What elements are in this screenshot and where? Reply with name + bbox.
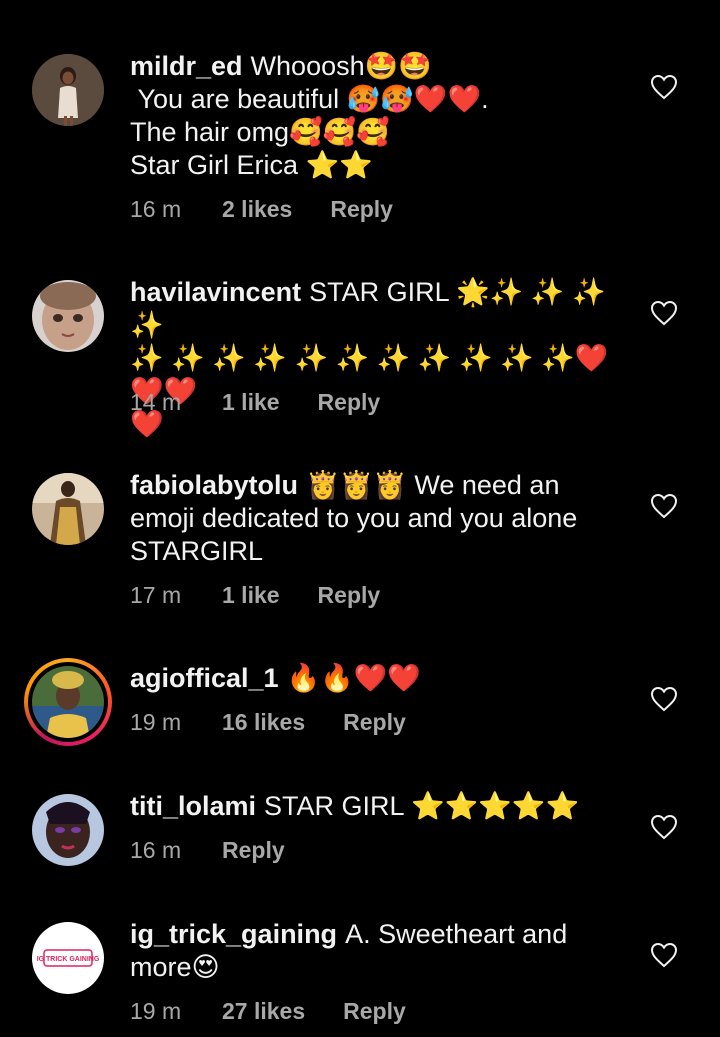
avatar[interactable] (28, 662, 108, 742)
username[interactable]: titi_lolami (130, 791, 256, 821)
likes-count[interactable]: 1 like (222, 580, 280, 610)
timestamp: 19 m (130, 709, 182, 735)
like-heart-icon[interactable] (650, 814, 678, 840)
comment-meta: 19 m 27 likes Reply (130, 996, 406, 1026)
reply-button[interactable]: Reply (318, 387, 381, 417)
comment-text: mildr_ed Whooosh🤩🤩 You are beautiful 🥵🥵❤️… (130, 50, 630, 182)
comment-text: fabiolabytolu 👸👸👸 We need an emoji dedica… (130, 469, 630, 568)
username[interactable]: havilavincent (130, 277, 301, 307)
comment-meta: 14 m 1 like Reply (130, 387, 380, 417)
comment-body: STAR GIRL ⭐⭐⭐⭐⭐ (264, 791, 580, 821)
avatar[interactable] (32, 54, 104, 126)
timestamp: 14 m (130, 389, 182, 415)
reply-button[interactable]: Reply (343, 707, 406, 737)
comment-body: 🔥🔥❤️❤️ (286, 663, 422, 693)
username[interactable]: ig_trick_gaining (130, 919, 337, 949)
reply-button[interactable]: Reply (222, 835, 285, 865)
like-heart-icon[interactable] (650, 300, 678, 326)
like-heart-icon[interactable] (650, 942, 678, 968)
comment-meta: 17 m 1 like Reply (130, 580, 380, 610)
like-heart-icon[interactable] (650, 74, 678, 100)
likes-count[interactable]: 27 likes (222, 996, 305, 1026)
reply-button[interactable]: Reply (330, 194, 393, 224)
avatar-story-ring[interactable] (24, 658, 112, 746)
comment-meta: 19 m 16 likes Reply (130, 707, 406, 737)
comment-text: ig_trick_gaining A. Sweetheart and more😍 (130, 918, 630, 984)
like-heart-icon[interactable] (650, 493, 678, 519)
avatar-badge-text: IG TRICK GAINING (37, 956, 100, 963)
reply-button[interactable]: Reply (318, 580, 381, 610)
comment-text: agioffical_1 🔥🔥❤️❤️ (130, 662, 630, 695)
avatar[interactable] (32, 473, 104, 545)
timestamp: 16 m (130, 837, 182, 863)
like-heart-icon[interactable] (650, 686, 678, 712)
avatar[interactable]: IG TRICK GAINING (32, 922, 104, 994)
comment-text: titi_lolami STAR GIRL ⭐⭐⭐⭐⭐ (130, 790, 630, 823)
username[interactable]: fabiolabytolu (130, 470, 298, 500)
timestamp: 17 m (130, 582, 182, 608)
timestamp: 16 m (130, 196, 182, 222)
avatar[interactable] (32, 280, 104, 352)
avatar[interactable] (32, 794, 104, 866)
username[interactable]: agioffical_1 (130, 663, 279, 693)
comment-meta: 16 m 2 likes Reply (130, 194, 393, 224)
likes-count[interactable]: 1 like (222, 387, 280, 417)
likes-count[interactable]: 16 likes (222, 707, 305, 737)
timestamp: 19 m (130, 998, 182, 1024)
comment-meta: 16 m Reply (130, 835, 285, 865)
reply-button[interactable]: Reply (343, 996, 406, 1026)
likes-count[interactable]: 2 likes (222, 194, 292, 224)
username[interactable]: mildr_ed (130, 51, 243, 81)
